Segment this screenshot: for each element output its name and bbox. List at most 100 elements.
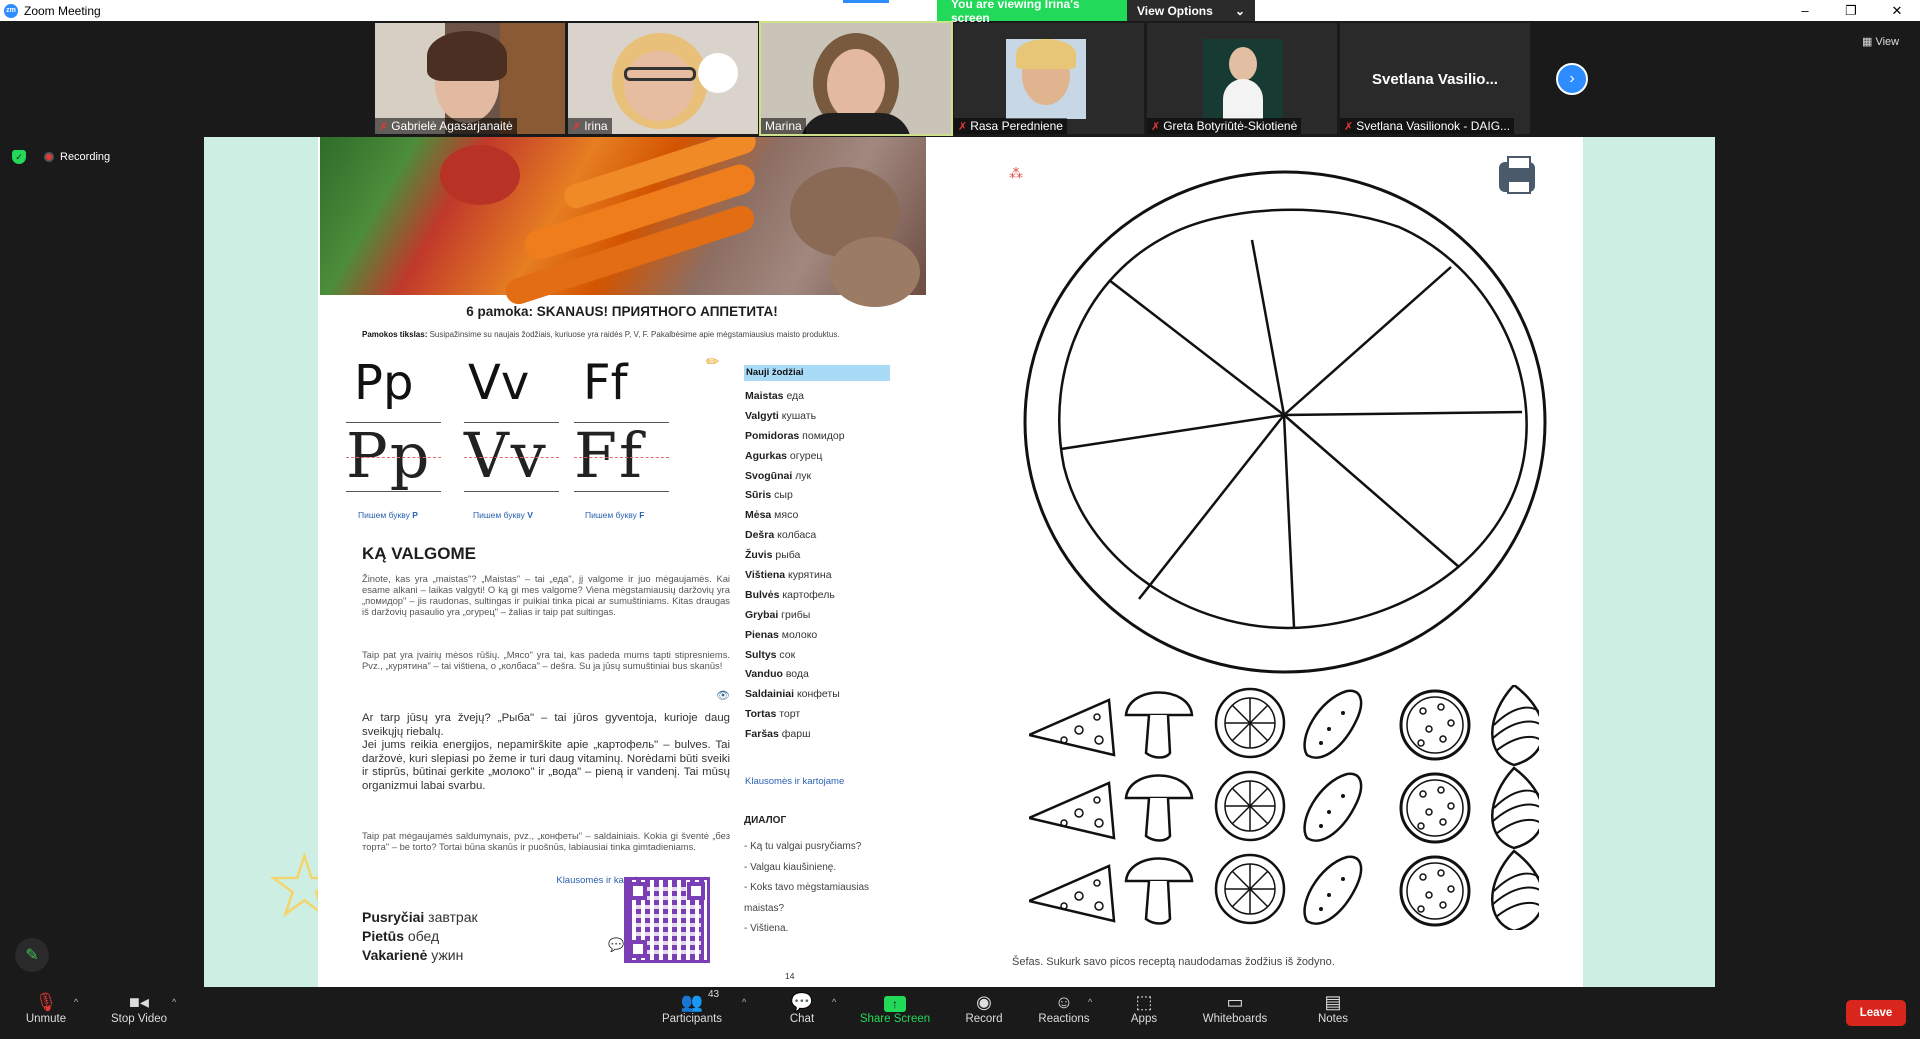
mic-muted-icon: ✗ — [1151, 120, 1161, 133]
window-title: Zoom Meeting — [24, 3, 101, 18]
vocab-item: Saldainiai конфеты — [745, 688, 840, 701]
paragraph: Taip pat mėgaujamės saldumynais, pvz., „… — [362, 830, 730, 852]
reactions-button[interactable]: ☺ Reactions — [1036, 991, 1092, 1025]
participant-name: ✗ Gabrielė Agasarjanaitė — [375, 118, 517, 134]
video-camera-icon: ■◂ — [129, 992, 149, 1012]
meeting-toolbar: 🎙 Unmute ^ ■◂ Stop Video ^ 👥 43 Particip… — [0, 987, 1920, 1039]
participant-name: ✗ Greta Botyriūtė-Skiotienė — [1147, 118, 1302, 134]
video-tile-greta[interactable]: ✗ Greta Botyriūtė-Skiotienė — [1147, 23, 1337, 134]
pizza-toppings-grid — [1029, 685, 1539, 930]
close-button[interactable]: ✕ — [1874, 0, 1920, 21]
view-button[interactable]: ▦ View — [1862, 35, 1899, 48]
mic-muted-icon: ✗ — [958, 120, 968, 133]
vocab-item: Dešra колбаса — [745, 529, 817, 542]
participants-button[interactable]: 👥 43 Participants — [658, 989, 726, 1025]
mic-muted-icon: 🎙 — [34, 992, 58, 1012]
video-tile-marina[interactable]: Marina — [759, 21, 953, 136]
chat-button[interactable]: 💬 Chat — [786, 991, 818, 1025]
chat-bubble-icon: 💬 — [608, 937, 625, 952]
dialog-list: - Ką tu valgai pusryčiams? - Valgau kiau… — [744, 837, 904, 940]
dialog-line: - Ką tu valgai pusryčiams? — [744, 841, 862, 852]
letter-f-caption: Пишем букву F — [585, 510, 645, 520]
vegetables-photo — [320, 137, 926, 308]
recording-label: Recording — [60, 151, 111, 163]
share-screen-button[interactable]: ↑ Share Screen — [858, 991, 932, 1025]
screen-share-banner: You are viewing Irina's screen View Opti… — [937, 0, 1255, 25]
apps-icon: ⬚ — [1135, 992, 1153, 1012]
meal-item: Pietūs обед — [362, 928, 440, 944]
stop-video-button[interactable]: ■◂ Stop Video — [108, 991, 170, 1025]
viewing-screen-label: You are viewing Irina's screen — [937, 0, 1127, 25]
paragraph: Taip pat yra įvairių mėsos rūšių. „Мясо"… — [362, 649, 730, 671]
participant-name: ✗ Svetlana Vasilionok - DAIG... — [1340, 118, 1515, 134]
dialog-line: - Vištiena. — [744, 923, 789, 934]
whiteboards-button[interactable]: ▭ Whiteboards — [1198, 991, 1272, 1025]
vocab-item: Pomidoras помидор — [745, 429, 845, 442]
vocab-item: Svogūnai лук — [745, 469, 812, 482]
video-tile-rasa[interactable]: ✗ Rasa Peredniene — [954, 23, 1144, 134]
restore-button[interactable]: ❐ — [1828, 0, 1874, 21]
whiteboard-icon: ▭ — [1226, 992, 1244, 1012]
reactions-icon: ☺ — [1054, 992, 1074, 1012]
vocab-item: Pienas молоко — [745, 628, 818, 641]
pencil-icon: ✏ — [706, 354, 720, 371]
notes-button[interactable]: ▤ Notes — [1316, 991, 1350, 1025]
participant-face — [624, 51, 694, 121]
annotate-pencil-icon[interactable]: ✎ — [15, 938, 49, 972]
participant-display-name: Svetlana Vasilio... — [1372, 71, 1498, 88]
recording-dot-icon — [44, 152, 54, 162]
next-page-button[interactable]: › — [1556, 63, 1588, 95]
chat-options-caret[interactable]: ^ — [832, 997, 836, 1007]
participants-options-caret[interactable]: ^ — [742, 997, 746, 1007]
glasses-icon — [624, 67, 696, 81]
vocab-item: Grybai грибы — [745, 608, 811, 621]
vocab-item: Sultys сок — [745, 648, 796, 661]
letter-p-tracing: Pp — [346, 422, 441, 492]
video-tile-irina[interactable]: ✗ Irina — [568, 23, 758, 134]
vocab-item: Vanduo вода — [745, 668, 809, 681]
page-number: 14 — [785, 971, 795, 981]
vocab-item: Sūris сыр — [745, 489, 793, 502]
participant-hair — [427, 31, 507, 81]
audio-options-caret[interactable]: ^ — [74, 997, 78, 1007]
window-controls: – ❐ ✕ — [1782, 0, 1920, 21]
share-screen-icon: ↑ — [884, 996, 906, 1012]
paragraph: Žinote, kas yra „maistas"? „Maistas" – t… — [362, 573, 730, 617]
unmute-button[interactable]: 🎙 Unmute — [24, 991, 68, 1025]
chat-icon: 💬 — [790, 992, 814, 1012]
mic-muted-icon: ✗ — [572, 120, 582, 133]
chevron-down-icon: ⌄ — [1234, 3, 1245, 18]
vocab-item: Maistas еда — [745, 390, 805, 402]
vocab-item: Bulvės картофель — [745, 588, 835, 601]
letter-p-heading: Pp — [354, 355, 414, 411]
vocab-item: Valgyti кушать — [745, 409, 817, 422]
chevron-right-icon: › — [1569, 70, 1575, 87]
pizza-outline-drawing — [1023, 170, 1547, 674]
vocab-item: Faršas фарш — [745, 728, 811, 741]
recording-indicator: ✓ Recording — [12, 150, 110, 164]
minimize-button[interactable]: – — [1782, 0, 1828, 21]
record-button[interactable]: ◉ Record — [964, 991, 1004, 1025]
view-options-button[interactable]: View Options ⌄ — [1127, 0, 1255, 21]
page-gutter — [926, 137, 979, 987]
participant-body — [801, 113, 911, 134]
mic-muted-icon: ✗ — [1344, 120, 1354, 133]
vocab-audio-link: Klausomės ir kartojame — [745, 776, 845, 787]
video-tile-svetlana[interactable]: Svetlana Vasilio... ✗ Svetlana Vasilionok… — [1340, 23, 1530, 134]
notes-icon: ▤ — [1324, 992, 1342, 1012]
banner-handle[interactable] — [843, 0, 889, 3]
decorative-blob — [204, 477, 324, 737]
leave-button[interactable]: Leave — [1846, 1000, 1906, 1026]
apps-button[interactable]: ⬚ Apps — [1130, 991, 1158, 1025]
letter-v-tracing: Vv — [464, 422, 559, 492]
meals-list: Pusryčiai завтрак Pietūs обед Vakarienė … — [362, 908, 478, 965]
paragraph: Ar tarp jūsų yra žvejų? „Рыба" – tai jūr… — [362, 712, 730, 792]
participant-name: ✗ Rasa Peredniene — [954, 118, 1067, 134]
video-tile-gabriele[interactable]: ✗ Gabrielė Agasarjanaitė — [375, 23, 565, 134]
vocab-item: Tortas торт — [745, 708, 801, 721]
video-options-caret[interactable]: ^ — [172, 997, 176, 1007]
encryption-shield-icon[interactable]: ✓ — [12, 150, 26, 164]
worksheet-page: ⁂ Šefas. Sukurk savo picos receptą naudo… — [979, 137, 1583, 987]
reactions-options-caret[interactable]: ^ — [1088, 997, 1092, 1007]
participant-name: ✗ Irina — [568, 118, 612, 134]
